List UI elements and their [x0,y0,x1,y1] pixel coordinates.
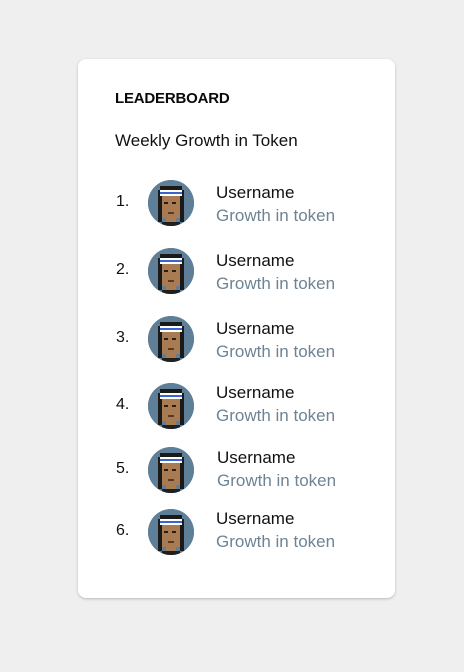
growth-value: Growth in token [216,406,336,425]
growth-value: Growth in token [217,471,337,490]
rank-number: 5. [116,460,130,477]
username-label: Username [216,251,295,270]
pixel-punk-avatar-icon [148,383,194,429]
username-label: Username [216,319,295,338]
growth-value: Growth in token [216,342,336,361]
pixel-punk-avatar-icon [148,509,194,555]
username-label: Username [216,509,295,528]
rank-number: 1. [116,193,130,210]
pixel-punk-avatar-icon [148,447,194,493]
leaderboard-card: LEADERBOARD Weekly Growth in Token 1. Us… [78,59,395,598]
leaderboard-row[interactable]: 6. Username Growth in token [78,509,395,557]
username-label: Username [216,383,295,402]
leaderboard-row[interactable]: 5. Username Growth in token [78,447,395,495]
rank-number: 6. [116,522,130,539]
leaderboard-subtitle: Weekly Growth in Token [115,131,298,150]
pixel-punk-avatar-icon [148,180,194,226]
rank-number: 2. [116,261,130,278]
rank-number: 4. [116,396,130,413]
growth-value: Growth in token [216,206,336,225]
leaderboard-row[interactable]: 1. Username Growth in token [78,180,395,228]
username-label: Username [217,448,296,467]
leaderboard-title: LEADERBOARD [115,90,230,107]
pixel-punk-avatar-icon [148,316,194,362]
leaderboard-row[interactable]: 2. Username Growth in token [78,248,395,296]
username-label: Username [216,183,295,202]
leaderboard-row[interactable]: 4. Username Growth in token [78,383,395,431]
rank-number: 3. [116,329,130,346]
leaderboard-row[interactable]: 3. Username Growth in token [78,316,395,364]
growth-value: Growth in token [216,274,336,293]
pixel-punk-avatar-icon [148,248,194,294]
growth-value: Growth in token [216,532,336,551]
